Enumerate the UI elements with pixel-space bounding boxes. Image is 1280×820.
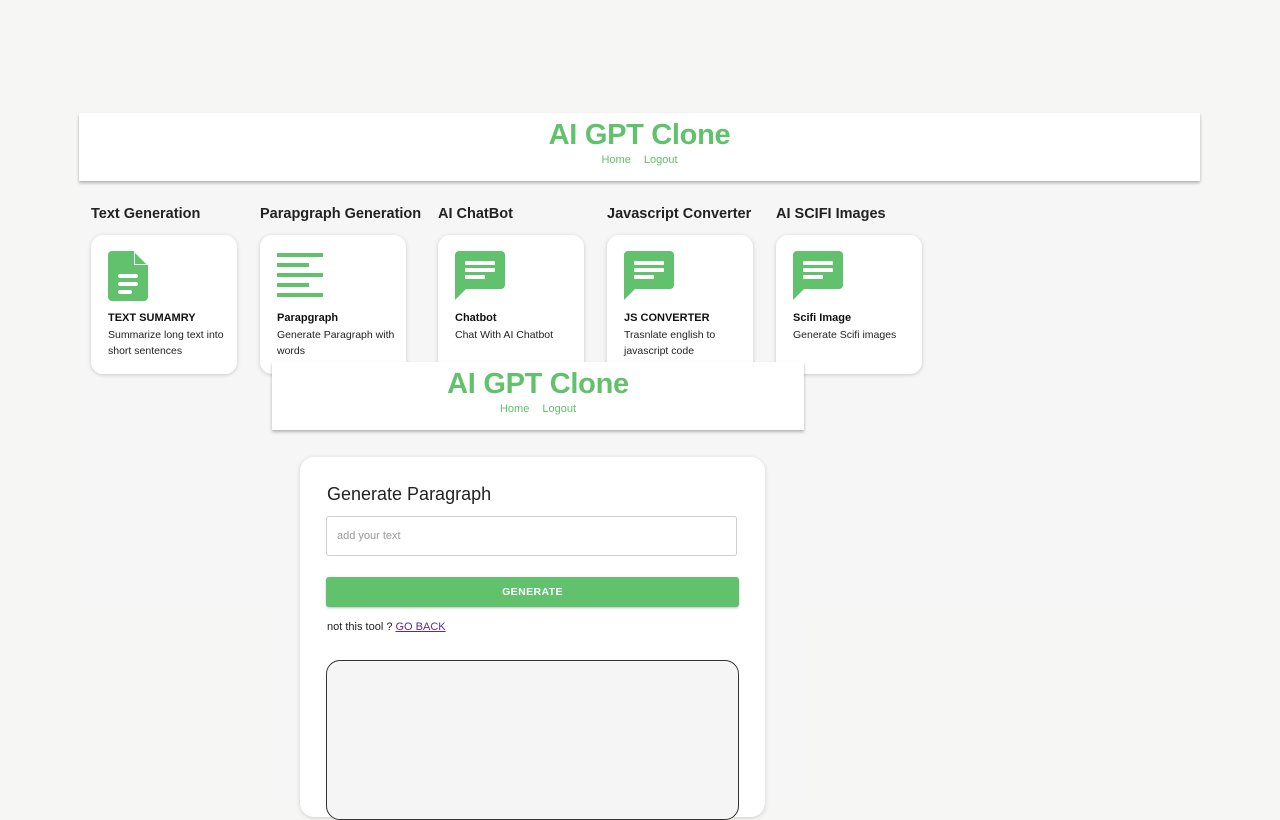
back-line: not this tool ? GO BACK [327, 621, 446, 633]
nav-bar: Home Logout [79, 154, 1200, 166]
tool-card-title: Parapgraph [277, 312, 339, 324]
output-box[interactable] [326, 660, 739, 820]
tool-heading: Javascript Converter [607, 206, 752, 222]
tool-card-description: Generate Scifi images [793, 329, 897, 341]
back-prefix: not this tool ? [327, 621, 393, 633]
tool-card-title: Chatbot [455, 312, 497, 324]
tool-card-js-converter[interactable]: JS CONVERTER Trasnlate english to javasc… [607, 235, 753, 374]
nav-logout-link[interactable]: Logout [542, 403, 576, 415]
tool-card-chatbot[interactable]: Chatbot Chat With AI Chatbot [438, 235, 584, 374]
text-input[interactable] [326, 516, 737, 556]
tool-heading: AI SCIFI Images [776, 206, 886, 222]
tool-card-description: Trasnlate english to javascript code [624, 329, 716, 357]
generate-button[interactable]: GENERATE [326, 577, 739, 607]
app-header: AI GPT Clone Home Logout [79, 113, 1200, 181]
tool-card-text-summary[interactable]: TEXT SUMAMRY Summarize long text into sh… [91, 235, 237, 374]
tool-card-description: Generate Paragraph with words [277, 329, 395, 357]
tool-card-paragraph[interactable]: Parapgraph Generate Paragraph with words [260, 235, 406, 374]
nav-home-link[interactable]: Home [500, 403, 529, 415]
chat-bubble-icon [455, 251, 505, 306]
tool-card-description: Chat With AI Chatbot [455, 329, 554, 341]
form-title: Generate Paragraph [327, 484, 492, 504]
tool-heading: Text Generation [91, 206, 201, 222]
paragraph-lines-icon [277, 251, 323, 302]
nav-logout-link[interactable]: Logout [644, 154, 678, 166]
chat-bubble-icon [624, 251, 674, 306]
go-back-link[interactable]: GO BACK [396, 621, 446, 633]
app-header: AI GPT Clone Home Logout [272, 362, 804, 430]
tool-card-title: TEXT SUMAMRY [108, 312, 196, 324]
document-icon [108, 251, 152, 306]
brand-title: AI GPT Clone [548, 119, 731, 151]
brand-title: AI GPT Clone [447, 368, 629, 400]
nav-home-link[interactable]: Home [601, 154, 630, 166]
nav-bar: Home Logout [272, 403, 804, 415]
chat-bubble-icon [793, 251, 843, 306]
tool-card-scifi-image[interactable]: Scifi Image Generate Scifi images [776, 235, 922, 374]
generate-paragraph-card: Generate Paragraph GENERATE not this too… [300, 457, 765, 820]
tool-card-description: Summarize long text into short sentences [108, 329, 224, 357]
tool-card-title: Scifi Image [793, 312, 852, 324]
tool-card-title: JS CONVERTER [624, 312, 710, 324]
tool-heading: Parapgraph Generation [260, 206, 422, 222]
tool-heading: AI ChatBot [438, 206, 513, 222]
